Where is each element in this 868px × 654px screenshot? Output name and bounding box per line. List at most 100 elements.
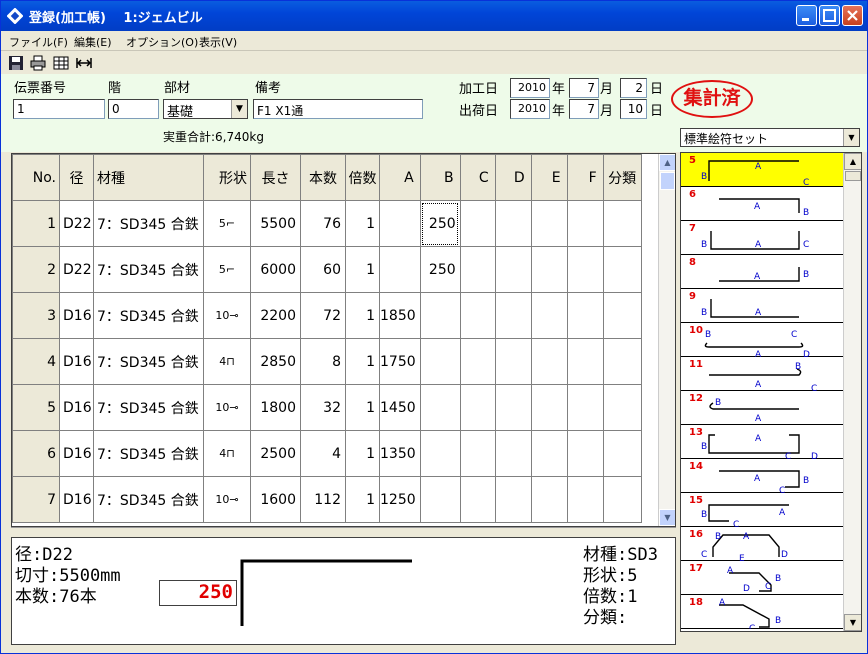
row-number[interactable]: 1	[12, 200, 60, 247]
cell-dia[interactable]: D16	[59, 430, 94, 477]
cell-mult[interactable]: 1	[345, 430, 380, 477]
cell-material[interactable]: 7：SD345 合鉄	[93, 384, 204, 431]
cell-f[interactable]	[566, 246, 604, 293]
print-icon[interactable]	[30, 55, 46, 71]
shape-palette-item[interactable]: 16 B A C E D	[681, 527, 843, 561]
row-number[interactable]: 3	[12, 292, 60, 339]
table-row[interactable]: 7 D16 7：SD345 合鉄 10⊸ 1600 112 1 1250	[12, 476, 642, 523]
scroll-thumb[interactable]	[660, 172, 675, 190]
scroll-up-icon[interactable]: ▲	[659, 154, 675, 171]
cell-length[interactable]: 1800	[250, 384, 301, 431]
cell-material[interactable]: 7：SD345 合鉄	[93, 430, 204, 477]
cell-class[interactable]	[602, 338, 642, 385]
cell-b[interactable]	[419, 338, 461, 385]
shape-palette-item[interactable]: 7B A C	[681, 221, 843, 255]
shape-palette-item[interactable]: 17 A B D C	[681, 561, 843, 595]
cell-c[interactable]	[459, 246, 496, 293]
cell-class[interactable]	[602, 292, 642, 339]
cell-d[interactable]	[494, 246, 532, 293]
cell-c[interactable]	[459, 292, 496, 339]
col-header[interactable]: 倍数	[345, 154, 380, 201]
cell-class[interactable]	[602, 430, 642, 477]
table-row[interactable]: 1 D22 7：SD345 合鉄 5⌐ 5500 76 1 250	[12, 200, 642, 247]
cell-d[interactable]	[494, 476, 532, 523]
cell-mult[interactable]: 1	[345, 338, 380, 385]
table-row[interactable]: 3 D16 7：SD345 合鉄 10⊸ 2200 72 1 1850	[12, 292, 642, 339]
minimize-button[interactable]	[796, 5, 817, 26]
col-header[interactable]: B	[419, 154, 461, 201]
menu-view[interactable]: 表示(V)	[199, 34, 237, 50]
shape-palette-item[interactable]: 5B A C	[681, 153, 843, 187]
cell-class[interactable]	[602, 246, 642, 293]
menu-options[interactable]: オプション(O)	[126, 34, 198, 50]
shape-palette-item[interactable]: 8AB	[681, 255, 843, 289]
col-header[interactable]: 径	[59, 154, 94, 201]
row-number[interactable]: 5	[12, 384, 60, 431]
table-row[interactable]: 5 D16 7：SD345 合鉄 10⊸ 1800 32 1 1450	[12, 384, 642, 431]
cell-shape[interactable]: 10⊸	[203, 384, 251, 431]
col-header[interactable]: No.	[12, 154, 60, 201]
symbol-set-select[interactable]: 標準絵符セット ▼	[680, 128, 860, 147]
cell-e[interactable]	[530, 200, 568, 247]
menu-file[interactable]: ファイル(F)	[9, 34, 68, 50]
cell-mult[interactable]: 1	[345, 246, 380, 293]
cell-qty[interactable]: 112	[300, 476, 346, 523]
col-header[interactable]: 形状	[203, 154, 251, 201]
col-header[interactable]: E	[530, 154, 568, 201]
cell-qty[interactable]: 8	[300, 338, 346, 385]
cell-a[interactable]: 1250	[379, 476, 421, 523]
cell-material[interactable]: 7：SD345 合鉄	[93, 200, 204, 247]
cell-class[interactable]	[602, 200, 642, 247]
ship-year-input[interactable]: 2010	[510, 99, 550, 119]
cell-d[interactable]	[494, 338, 532, 385]
splitter-bar[interactable]	[11, 527, 676, 537]
cell-dia[interactable]: D16	[59, 384, 94, 431]
cell-qty[interactable]: 4	[300, 430, 346, 477]
cell-e[interactable]	[530, 384, 568, 431]
table-row[interactable]: 2 D22 7：SD345 合鉄 5⌐ 6000 60 1 250	[12, 246, 642, 293]
remarks-input[interactable]: F1 X1通	[253, 99, 423, 119]
cell-c[interactable]	[459, 200, 496, 247]
cell-a[interactable]: 1850	[379, 292, 421, 339]
proc-year-input[interactable]: 2010	[510, 78, 550, 98]
col-header[interactable]: 長さ	[250, 154, 301, 201]
cell-class[interactable]	[602, 476, 642, 523]
cell-material[interactable]: 7：SD345 合鉄	[93, 246, 204, 293]
cell-d[interactable]	[494, 384, 532, 431]
cell-c[interactable]	[459, 430, 496, 477]
cell-length[interactable]: 2500	[250, 430, 301, 477]
row-number[interactable]: 4	[12, 338, 60, 385]
scroll-down-icon[interactable]: ▼	[659, 509, 675, 526]
chevron-down-icon[interactable]: ▼	[843, 129, 859, 146]
col-header[interactable]: F	[566, 154, 604, 201]
cell-length[interactable]: 1600	[250, 476, 301, 523]
cell-material[interactable]: 7：SD345 合鉄	[93, 338, 204, 385]
cell-material[interactable]: 7：SD345 合鉄	[93, 476, 204, 523]
slip-no-input[interactable]: 1	[13, 99, 105, 119]
col-header[interactable]: A	[379, 154, 421, 201]
cell-a[interactable]: 1750	[379, 338, 421, 385]
cell-c[interactable]	[459, 384, 496, 431]
cell-a[interactable]: 1450	[379, 384, 421, 431]
cell-qty[interactable]: 72	[300, 292, 346, 339]
cell-length[interactable]: 2850	[250, 338, 301, 385]
cell-f[interactable]	[566, 476, 604, 523]
cell-dia[interactable]: D22	[59, 200, 94, 247]
grid-scrollbar[interactable]: ▲ ▼	[658, 154, 675, 526]
cell-length[interactable]: 5500	[250, 200, 301, 247]
cell-length[interactable]: 6000	[250, 246, 301, 293]
col-header[interactable]: 材種	[93, 154, 204, 201]
cell-b[interactable]	[419, 476, 461, 523]
cell-e[interactable]	[530, 430, 568, 477]
chevron-down-icon[interactable]: ▼	[231, 100, 247, 118]
col-header[interactable]: 分類	[602, 154, 642, 201]
cell-dia[interactable]: D16	[59, 292, 94, 339]
cell-shape[interactable]: 5⌐	[203, 246, 251, 293]
cell-e[interactable]	[530, 246, 568, 293]
col-header[interactable]: D	[494, 154, 532, 201]
shape-palette-item[interactable]: 15 A B C	[681, 493, 843, 527]
cell-c[interactable]	[459, 338, 496, 385]
part-select[interactable]: 基礎 ▼	[163, 99, 248, 120]
palette-scrollbar[interactable]: ▲ ▼	[843, 153, 861, 631]
cell-qty[interactable]: 76	[300, 200, 346, 247]
